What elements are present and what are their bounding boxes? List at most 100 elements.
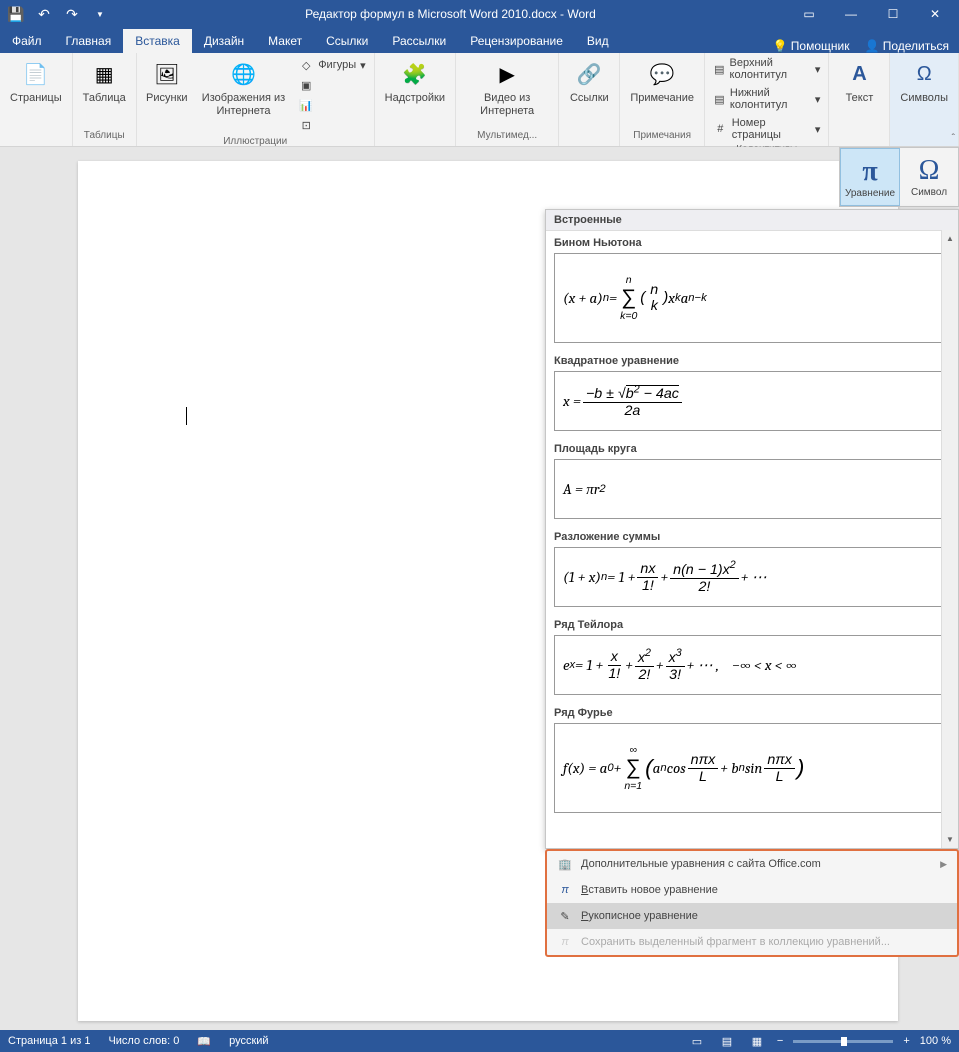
ink-equation-item[interactable]: ✎ Рукописное уравнение	[547, 903, 957, 929]
eq-title: Площадь круга	[554, 443, 950, 455]
text-button[interactable]: A Текст	[835, 56, 883, 107]
group-addins: 🧩 Надстройки	[375, 53, 456, 146]
footer-button[interactable]: ▤Нижний колонтитул ▾	[711, 86, 822, 112]
gallery-footer-menu: 🏢 Дополнительные уравнения с сайта Offic…	[545, 849, 959, 957]
picture-icon: 🖼	[151, 58, 183, 90]
shapes-button[interactable]: ◇Фигуры ▾	[296, 56, 367, 74]
tab-insert[interactable]: Вставка	[123, 29, 192, 53]
qat-customize-icon[interactable]: ▼	[88, 2, 112, 26]
group-illustrations: 🖼 Рисунки 🌐 Изображения из Интернета ◇Фи…	[137, 53, 375, 146]
gallery-item-taylor[interactable]: Ряд Тейлора ex = 1 + x1! + x22! + x33! +…	[546, 613, 958, 701]
pictures-button[interactable]: 🖼 Рисунки	[143, 56, 191, 107]
ink-equation-label: Рукописное уравнение	[581, 910, 698, 922]
online-pictures-button[interactable]: 🌐 Изображения из Интернета	[195, 56, 292, 120]
ribbon: 📄 Страницы ▦ Таблица Таблицы 🖼 Рисунки 🌐…	[0, 53, 959, 147]
tell-me-button[interactable]: 💡 Помощник	[772, 39, 849, 53]
gallery-body[interactable]: Бином Ньютона (x + a)n = n∑k=0 (nk) xkan…	[546, 231, 958, 846]
zoom-level[interactable]: 100 %	[920, 1035, 951, 1047]
save-icon[interactable]: 💾	[4, 2, 28, 26]
ribbon-options-icon[interactable]: ▭	[789, 0, 829, 28]
symbol-button[interactable]: Ω Символ	[900, 148, 958, 206]
insert-equation-label: Вставить новое уравнение	[581, 884, 718, 896]
smartart-button[interactable]: ▣	[296, 76, 367, 94]
omega-icon: Ω	[908, 58, 940, 90]
word-count[interactable]: Число слов: 0	[108, 1035, 179, 1047]
addins-button[interactable]: 🧩 Надстройки	[381, 56, 449, 107]
eq-title: Ряд Тейлора	[554, 619, 950, 631]
tab-layout[interactable]: Макет	[256, 29, 314, 53]
gallery-scrollbar[interactable]: ▲ ▼	[941, 230, 958, 848]
tab-design[interactable]: Дизайн	[192, 29, 256, 53]
shapes-label: Фигуры	[318, 59, 356, 71]
gallery-item-binomial[interactable]: Бином Ньютона (x + a)n = n∑k=0 (nk) xkan…	[546, 231, 958, 349]
zoom-out-icon[interactable]: −	[777, 1035, 783, 1047]
scroll-up-icon[interactable]: ▲	[942, 230, 958, 247]
chart-button[interactable]: 📊	[296, 96, 367, 114]
close-icon[interactable]: ✕	[915, 0, 955, 28]
collapse-ribbon-icon[interactable]: ˆ	[952, 133, 955, 144]
web-layout-icon[interactable]: ▦	[747, 1033, 767, 1049]
tab-review[interactable]: Рецензирование	[458, 29, 575, 53]
chart-icon: 📊	[298, 97, 314, 113]
eq-preview: ex = 1 + x1! + x22! + x33! + ⋯ , −∞ < x …	[554, 635, 950, 695]
more-equations-item[interactable]: 🏢 Дополнительные уравнения с сайта Offic…	[547, 851, 957, 877]
group-links: 🔗 Ссылки	[559, 53, 620, 146]
redo-icon[interactable]: ↷	[60, 2, 84, 26]
pagenum-label: Номер страницы	[732, 117, 811, 141]
table-button[interactable]: ▦ Таблица	[79, 56, 130, 107]
group-media: ▶ Видео из Интернета Мультимед...	[456, 53, 559, 146]
maximize-icon[interactable]: ☐	[873, 0, 913, 28]
group-text: A Текст	[829, 53, 890, 146]
tab-file[interactable]: Файл	[0, 29, 54, 53]
tab-view[interactable]: Вид	[575, 29, 621, 53]
header-button[interactable]: ▤Верхний колонтитул ▾	[711, 56, 822, 82]
scroll-down-icon[interactable]: ▼	[942, 831, 958, 848]
symbols-label: Символы	[900, 92, 948, 105]
language-indicator[interactable]: русский	[229, 1035, 268, 1047]
read-mode-icon[interactable]: ▭	[687, 1033, 707, 1049]
table-icon: ▦	[88, 58, 120, 90]
zoom-in-icon[interactable]: +	[903, 1035, 909, 1047]
pages-button[interactable]: 📄 Страницы	[6, 56, 66, 107]
share-button[interactable]: 👤 Поделиться	[864, 39, 949, 53]
print-layout-icon[interactable]: ▤	[717, 1033, 737, 1049]
minimize-icon[interactable]: —	[831, 0, 871, 28]
eq-title: Ряд Фурье	[554, 707, 950, 719]
save-equation-label: Сохранить выделенный фрагмент в коллекци…	[581, 936, 890, 948]
undo-icon[interactable]: ↶	[32, 2, 56, 26]
comments-group-label: Примечания	[626, 128, 698, 143]
zoom-slider[interactable]	[793, 1040, 893, 1043]
group-comments: 💬 Примечание Примечания	[620, 53, 705, 146]
comment-button[interactable]: 💬 Примечание	[626, 56, 698, 107]
gallery-item-circle-area[interactable]: Площадь круга A = πr2	[546, 437, 958, 525]
zoom-thumb[interactable]	[841, 1037, 847, 1046]
submenu-arrow-icon: ▶	[940, 859, 947, 870]
equation-button[interactable]: π Уравнение	[840, 148, 900, 206]
more-equations-label: Дополнительные уравнения с сайта Office.…	[581, 858, 821, 870]
spellcheck-icon[interactable]: 📖	[197, 1035, 211, 1048]
symbols-button[interactable]: Ω Символы	[896, 56, 952, 107]
gallery-item-fourier[interactable]: Ряд Фурье f(x) = a0 + ∞∑n=1 (an cosnπxL …	[546, 701, 958, 819]
tab-home[interactable]: Главная	[54, 29, 124, 53]
symbols-group-label	[896, 128, 952, 143]
equation-gallery: Встроенные Бином Ньютона (x + a)n = n∑k=…	[545, 209, 959, 849]
online-video-button[interactable]: ▶ Видео из Интернета	[462, 56, 552, 120]
video-label: Видео из Интернета	[466, 92, 548, 118]
links-button[interactable]: 🔗 Ссылки	[565, 56, 613, 107]
group-headerfooter: ▤Верхний колонтитул ▾ ▤Нижний колонтитул…	[705, 53, 829, 146]
addins-label: Надстройки	[385, 92, 445, 105]
tab-mailings[interactable]: Рассылки	[380, 29, 458, 53]
screenshot-icon: ⊡	[298, 117, 314, 133]
ink-icon: ✎	[557, 908, 573, 924]
screenshot-button[interactable]: ⊡	[296, 116, 367, 134]
page-number-button[interactable]: #Номер страницы ▾	[711, 116, 822, 142]
gallery-item-quadratic[interactable]: Квадратное уравнение x = −b ± √b2 − 4ac2…	[546, 349, 958, 437]
insert-equation-item[interactable]: π Вставить новое уравнение	[547, 877, 957, 903]
gallery-item-expansion[interactable]: Разложение суммы (1 + x)n = 1 + nx1! + n…	[546, 525, 958, 613]
tell-me-label: Помощник	[791, 39, 850, 53]
header-icon: ▤	[713, 61, 726, 77]
tab-references[interactable]: Ссылки	[314, 29, 380, 53]
group-tables: ▦ Таблица Таблицы	[73, 53, 137, 146]
text-cursor	[186, 407, 187, 425]
page-indicator[interactable]: Страница 1 из 1	[8, 1035, 90, 1047]
